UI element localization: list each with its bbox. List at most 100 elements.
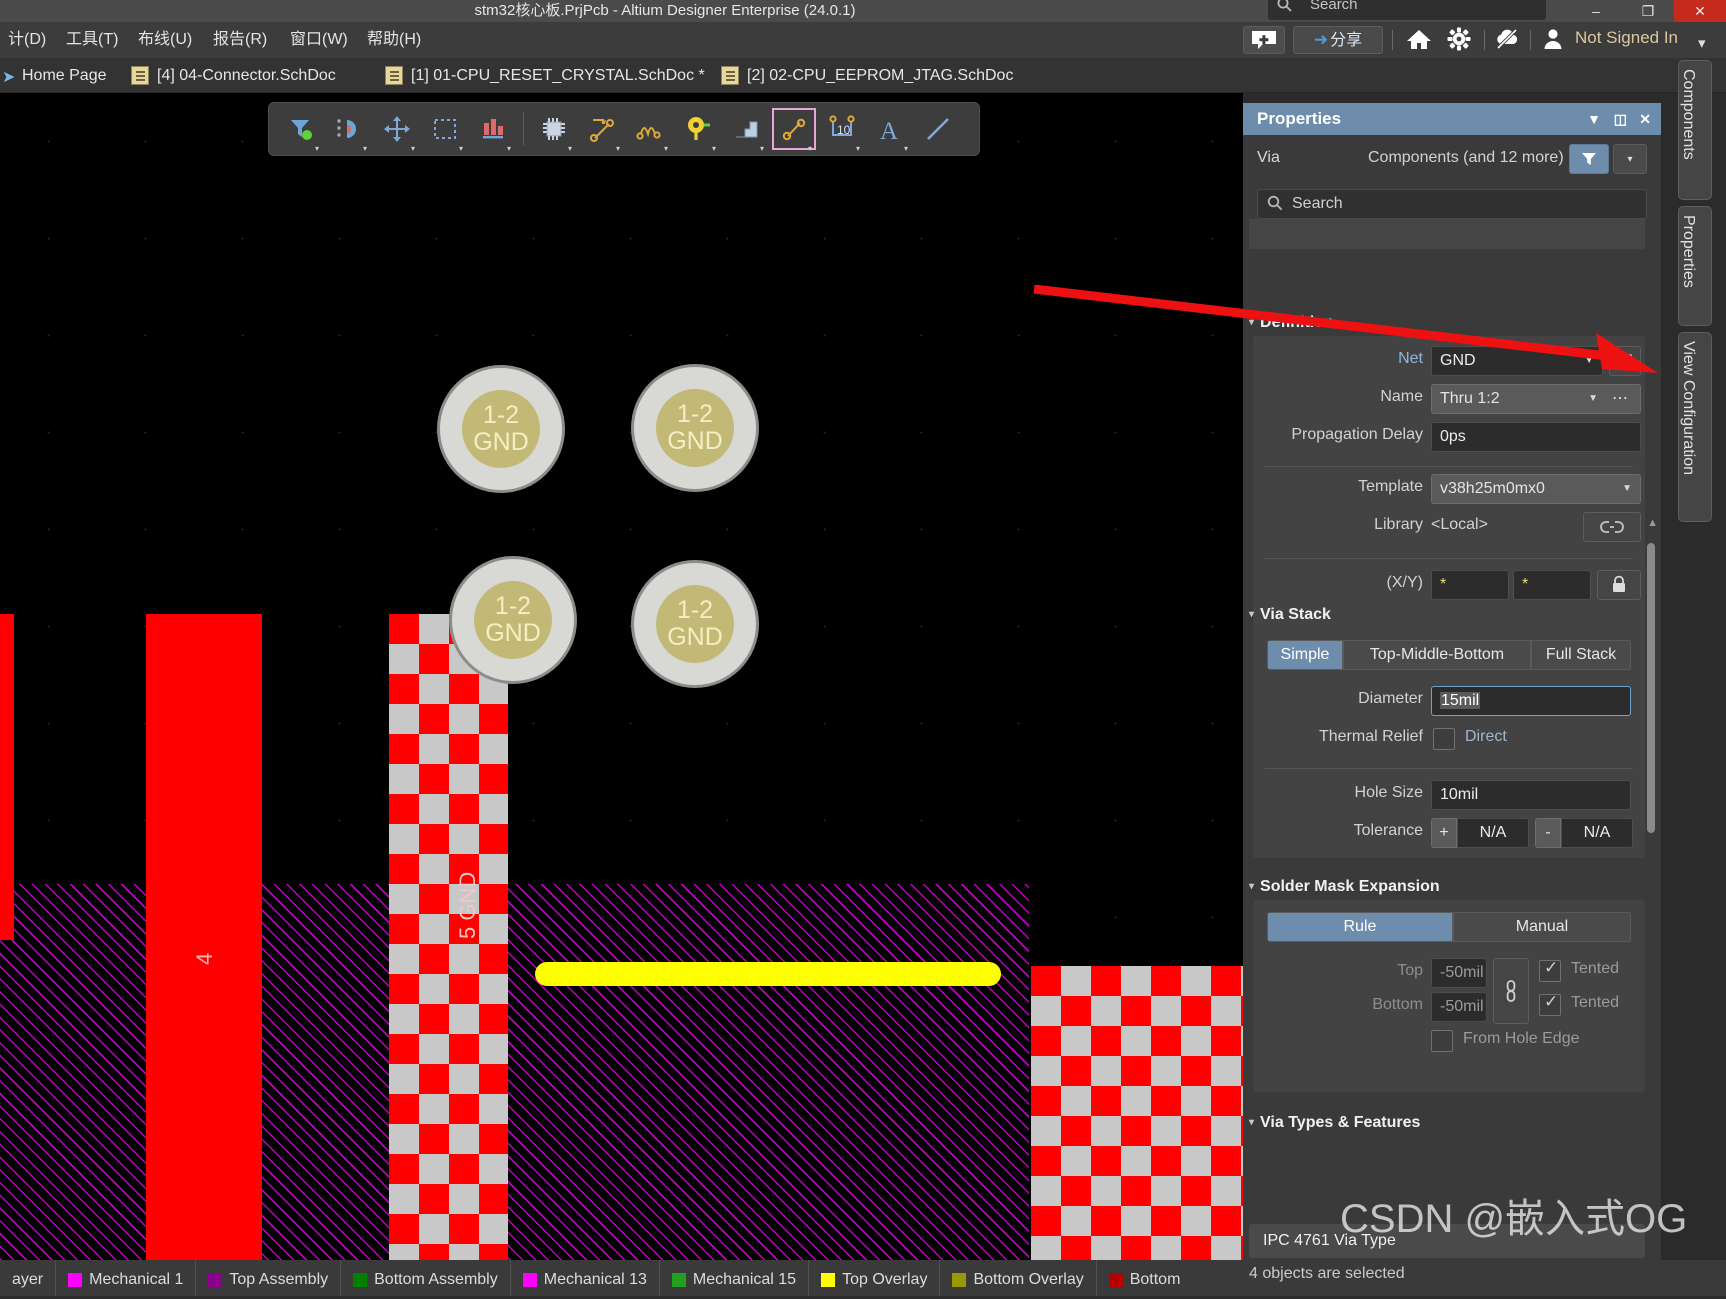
ellipsis-icon[interactable]: ⋯ xyxy=(1612,385,1630,413)
chevron-down-icon[interactable]: ▾ xyxy=(363,144,367,153)
vtab-view-configuration[interactable]: View Configuration xyxy=(1678,332,1712,522)
filter-selection-button[interactable]: ▾ xyxy=(277,106,325,153)
x-coordinate-input[interactable]: * xyxy=(1431,570,1509,600)
tab-home-page[interactable]: Home Page xyxy=(22,58,107,93)
panel-dock-icon[interactable]: ◫ xyxy=(1614,103,1627,135)
place-pad-button[interactable]: ▾ xyxy=(674,106,722,153)
comment-add-button[interactable] xyxy=(1243,26,1285,54)
tab-01-cpu-reset-crystal[interactable]: [1] 01-CPU_RESET_CRYSTAL.SchDoc * xyxy=(411,58,705,93)
chevron-down-icon[interactable]: ▾ xyxy=(411,144,415,153)
section-header-solder-mask[interactable]: ▾ Solder Mask Expansion xyxy=(1249,878,1440,896)
chevron-down-icon[interactable]: ▾ xyxy=(459,144,463,153)
solder-mask-bottom-input[interactable]: -50mil xyxy=(1431,992,1487,1022)
section-header-via-types[interactable]: ▾ Via Types & Features xyxy=(1249,1114,1420,1132)
place-component-button[interactable]: ▾ xyxy=(530,106,578,153)
dimension-button[interactable]: 10 ▾ xyxy=(818,106,866,153)
layer-tab-mechanical-13[interactable]: Mechanical 13 xyxy=(511,1260,660,1299)
section-header-via-stack[interactable]: ▾ Via Stack xyxy=(1249,606,1331,624)
via-stack-mode-simple[interactable]: Simple xyxy=(1267,640,1343,670)
solder-mask-top-input[interactable]: -50mil xyxy=(1431,958,1487,988)
tolerance-plus-input[interactable]: N/A xyxy=(1457,818,1529,848)
layer-tab-mechanical-15[interactable]: Mechanical 15 xyxy=(660,1260,810,1299)
chevron-down-icon[interactable]: ▾ xyxy=(507,144,511,153)
y-coordinate-input[interactable]: * xyxy=(1513,570,1591,600)
section-header-definition[interactable]: ▾ Definition xyxy=(1249,314,1334,332)
polygon-pour-button[interactable]: ▾ xyxy=(722,106,770,153)
layer-tab-bottom[interactable]: Bottom xyxy=(1097,1260,1193,1299)
template-value-dropdown[interactable]: v38h25m0mx0 ▼ xyxy=(1431,474,1641,504)
object-scope-label[interactable]: Components (and 12 more) xyxy=(1368,149,1564,167)
chevron-down-icon[interactable]: ▾ xyxy=(856,144,860,153)
solder-mask-mode-manual[interactable]: Manual xyxy=(1453,912,1631,942)
move-button[interactable]: ▾ xyxy=(373,106,421,153)
net-picker-button[interactable] xyxy=(1609,346,1641,376)
chevron-down-icon[interactable]: ▾ xyxy=(1698,34,1706,52)
layer-tab-mechanical-1[interactable]: Mechanical 1 xyxy=(56,1260,197,1299)
chevron-down-icon[interactable]: ▾ xyxy=(315,144,319,153)
chevron-down-icon[interactable]: ▾ xyxy=(616,144,620,153)
diameter-input[interactable]: 15mil xyxy=(1431,686,1631,716)
menu-item-window[interactable]: 窗口(W) xyxy=(284,22,354,58)
maximize-button[interactable]: ❐ xyxy=(1622,0,1674,22)
cloud-status-button[interactable] xyxy=(1492,26,1522,54)
via-gnd-2[interactable]: 1-2 GND xyxy=(634,367,756,489)
name-value-dropdown[interactable]: Thru 1:2 ▼ ⋯ xyxy=(1431,384,1641,414)
global-search-input[interactable]: Search xyxy=(1268,0,1546,20)
tolerance-minus-input[interactable]: N/A xyxy=(1561,818,1633,848)
layer-tab-top-overlay[interactable]: Top Overlay xyxy=(809,1260,941,1299)
menu-item-design[interactable]: 计(D) xyxy=(2,22,52,58)
show-more-row[interactable]: Show More ▾ xyxy=(1249,219,1645,358)
place-via-button[interactable]: ▾ xyxy=(770,106,818,153)
chevron-down-icon[interactable]: ▾ xyxy=(664,144,668,153)
propagation-delay-input[interactable]: 0ps xyxy=(1431,422,1641,452)
tab-02-cpu-eeprom-jtag[interactable]: [2] 02-CPU_EEPROM_JTAG.SchDoc xyxy=(747,58,1013,93)
chevron-down-icon[interactable]: ▾ xyxy=(712,144,716,153)
solder-mask-link-button[interactable] xyxy=(1493,958,1529,1024)
close-button[interactable]: ✕ xyxy=(1674,0,1726,22)
via-gnd-1[interactable]: 1-2 GND xyxy=(440,368,562,490)
pcb-canvas[interactable]: 4 5 GND 1-2 GND 1-2 GND 1-2 GND 1-2 GND xyxy=(0,93,1243,1260)
coordinate-lock-button[interactable] xyxy=(1597,570,1641,600)
place-string-button[interactable]: A ▾ xyxy=(866,106,914,153)
layer-tab-bottom-assembly[interactable]: Bottom Assembly xyxy=(341,1260,511,1299)
solder-mask-bottom-tented-checkbox[interactable] xyxy=(1539,992,1561,1016)
account-label[interactable]: Not Signed In xyxy=(1575,28,1678,48)
layer-tab-top-assembly[interactable]: Top Assembly xyxy=(196,1260,342,1299)
chevron-down-icon[interactable]: ▾ xyxy=(904,144,908,153)
menu-item-tools[interactable]: 工具(T) xyxy=(60,22,124,58)
panel-scrollbar-thumb[interactable] xyxy=(1647,543,1655,833)
hole-size-input[interactable]: 10mil xyxy=(1431,780,1631,810)
chevron-down-icon[interactable]: ▾ xyxy=(568,144,572,153)
object-filter-button[interactable] xyxy=(1569,144,1609,174)
thermal-relief-direct-checkbox[interactable] xyxy=(1433,728,1455,750)
menu-item-route[interactable]: 布线(U) xyxy=(132,22,198,58)
via-stack-mode-full-stack[interactable]: Full Stack xyxy=(1531,640,1631,670)
via-gnd-3[interactable]: 1-2 GND xyxy=(452,559,574,681)
library-link-button[interactable] xyxy=(1583,512,1641,542)
chevron-down-icon[interactable]: ▾ xyxy=(808,144,812,153)
select-area-button[interactable]: ▾ xyxy=(421,106,469,153)
solder-mask-top-tented-checkbox[interactable] xyxy=(1539,958,1561,982)
layer-tab-partial[interactable]: ayer xyxy=(0,1260,57,1299)
interactive-route-button[interactable]: ▾ xyxy=(578,106,626,153)
vtab-properties[interactable]: Properties xyxy=(1678,206,1712,326)
properties-search-input[interactable]: Search xyxy=(1257,189,1647,219)
place-line-button[interactable] xyxy=(914,106,962,152)
account-avatar[interactable] xyxy=(1538,26,1568,54)
menu-item-help[interactable]: 帮助(H) xyxy=(361,22,427,58)
from-hole-edge-checkbox[interactable] xyxy=(1431,1030,1453,1052)
layer-tab-bottom-overlay[interactable]: Bottom Overlay xyxy=(940,1260,1097,1299)
differential-pair-route-button[interactable]: ▾ xyxy=(626,106,674,153)
panel-close-icon[interactable]: ✕ xyxy=(1639,103,1651,135)
panel-collapse-icon[interactable]: ▼ xyxy=(1587,103,1601,135)
share-button[interactable]: ➜ 分享 xyxy=(1293,26,1383,54)
home-button[interactable] xyxy=(1404,26,1434,54)
solder-mask-mode-rule[interactable]: Rule xyxy=(1267,912,1453,942)
scroll-up-arrow[interactable]: ▲ xyxy=(1647,517,1658,529)
object-filter-dropdown[interactable]: ▾ xyxy=(1613,144,1647,174)
minimize-button[interactable]: – xyxy=(1570,0,1622,22)
tab-04-connector[interactable]: [4] 04-Connector.SchDoc xyxy=(157,58,336,93)
settings-button[interactable] xyxy=(1444,26,1474,54)
via-stack-mode-top-middle-bottom[interactable]: Top-Middle-Bottom xyxy=(1343,640,1531,670)
net-value-dropdown[interactable]: GND ▼ xyxy=(1431,346,1603,376)
